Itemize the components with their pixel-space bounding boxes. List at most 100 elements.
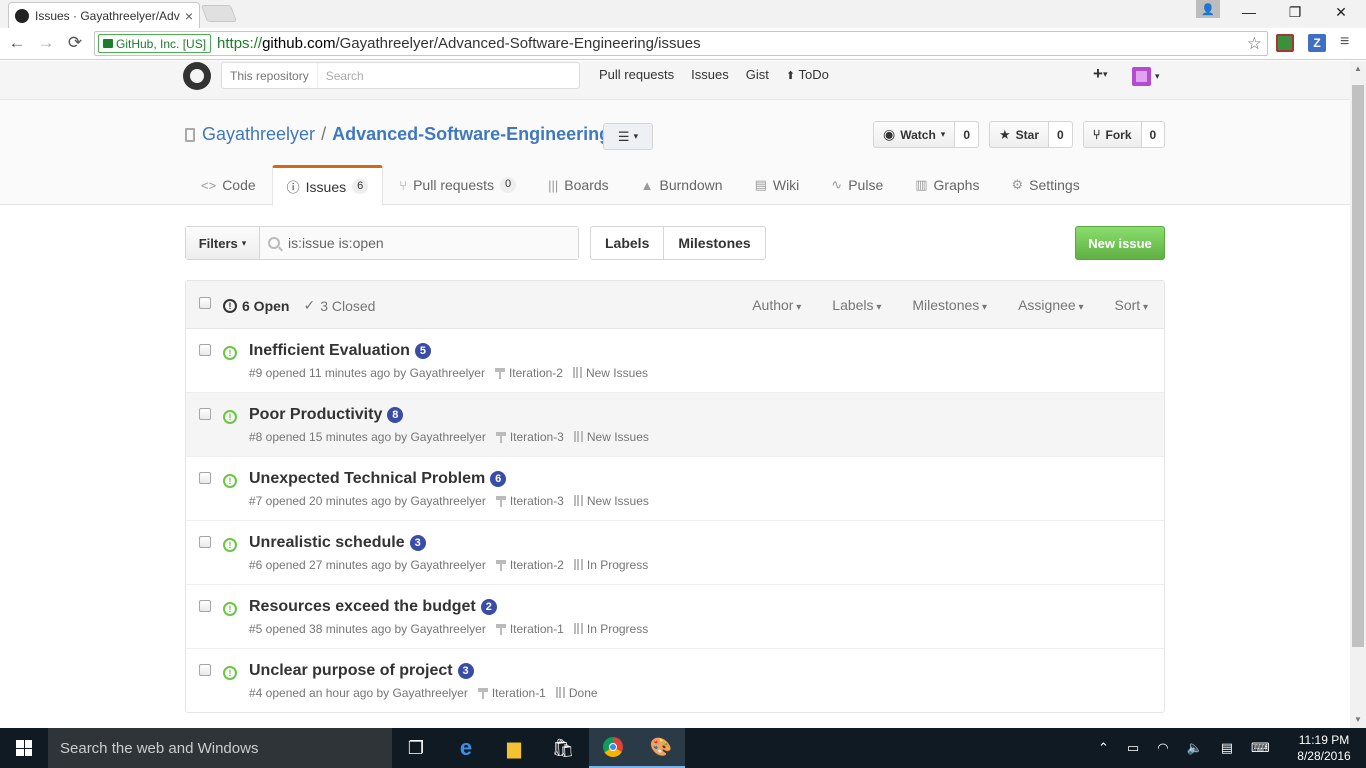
view-menu-button[interactable]: ☰ ▾ [603, 123, 653, 150]
new-issue-button[interactable]: New issue [1075, 226, 1165, 260]
repo-owner-link[interactable]: Gayathreelyer [202, 124, 315, 145]
chrome-menu-icon[interactable]: ≡ [1340, 33, 1349, 51]
issue-checkbox[interactable] [199, 344, 211, 356]
chrome-icon[interactable] [589, 728, 637, 768]
milestones-link[interactable]: Milestones [663, 227, 764, 259]
star-button[interactable]: ★ Star [989, 121, 1049, 148]
issue-title-link[interactable]: Poor Productivity [249, 406, 382, 424]
issue-title-link[interactable]: Unclear purpose of project [249, 662, 453, 680]
fork-button[interactable]: ⑂ Fork [1082, 121, 1142, 148]
milestone-link[interactable]: Iteration-1 [477, 686, 546, 700]
project-link[interactable]: In Progress [573, 622, 648, 636]
tab-pull-requests[interactable]: ⑂ Pull requests 0 [383, 165, 532, 205]
wifi-icon[interactable]: ◠ [1157, 740, 1168, 756]
bookmark-star-icon[interactable]: ☆ [1247, 34, 1262, 54]
author-filter[interactable]: Author [752, 297, 801, 313]
battery-icon[interactable]: ▭ [1127, 740, 1139, 756]
milestone-link[interactable]: Iteration-2 [495, 558, 564, 572]
minimize-button[interactable]: — [1226, 0, 1272, 24]
issue-title-link[interactable]: Unexpected Technical Problem [249, 470, 485, 488]
paint-icon[interactable]: 🎨 [637, 728, 685, 768]
project-link[interactable]: New Issues [573, 430, 649, 444]
volume-icon[interactable]: 🔈 [1187, 740, 1203, 756]
chevron-up-icon[interactable]: ⌃ [1098, 740, 1109, 756]
project-link[interactable]: New Issues [572, 366, 648, 380]
create-new-menu[interactable]: +▾ [1093, 64, 1107, 84]
task-view-icon[interactable]: ❐ [392, 728, 440, 768]
close-window-button[interactable]: ✕ [1318, 0, 1364, 24]
fork-count[interactable]: 0 [1141, 121, 1166, 148]
tab-graphs[interactable]: ▥ Graphs [899, 165, 995, 205]
browser-user-icon[interactable]: 👤 [1196, 0, 1220, 18]
extension-z-icon[interactable]: Z [1308, 34, 1326, 52]
closed-issues-link[interactable]: ✓ 3 Closed [303, 297, 375, 314]
issue-title-link[interactable]: Inefficient Evaluation [249, 342, 410, 360]
repo-name-link[interactable]: Advanced-Software-Engineering [332, 124, 610, 145]
file-explorer-icon[interactable]: ▆ [490, 728, 538, 768]
sort-filter[interactable]: Sort [1115, 297, 1149, 313]
issue-title-link[interactable]: Unrealistic schedule [249, 534, 405, 552]
milestones-filter[interactable]: Milestones [912, 297, 987, 313]
keyboard-icon[interactable]: ⌨ [1251, 740, 1270, 756]
tab-burndown[interactable]: ▲ Burndown [625, 165, 739, 205]
back-icon[interactable]: ← [6, 32, 28, 54]
scrollbar-thumb[interactable] [1352, 85, 1364, 647]
issue-checkbox[interactable] [199, 536, 211, 548]
milestone-link[interactable]: Iteration-2 [494, 366, 563, 380]
pulse-icon: ∿ [831, 177, 843, 192]
extension-shield-icon[interactable] [1276, 34, 1294, 52]
user-avatar-menu[interactable]: ▾ [1132, 67, 1160, 86]
milestone-link[interactable]: Iteration-3 [495, 494, 564, 508]
project-link[interactable]: New Issues [573, 494, 649, 508]
restore-button[interactable]: ❐ [1272, 0, 1318, 24]
watch-count[interactable]: 0 [955, 121, 979, 148]
edge-browser-icon[interactable]: e [442, 728, 490, 768]
search-input[interactable]: Search [318, 69, 364, 83]
filters-button[interactable]: Filters ▾ [186, 227, 260, 259]
watch-button[interactable]: ◉ Watch ▾ [873, 121, 956, 148]
issue-checkbox[interactable] [199, 664, 211, 676]
milestone-link[interactable]: Iteration-3 [495, 430, 564, 444]
browser-tab[interactable]: Issues · Gayathreelyer/Adv × [8, 2, 200, 28]
assignee-filter[interactable]: Assignee [1018, 297, 1083, 313]
tab-issues[interactable]: ⓘ Issues 6 [271, 165, 384, 206]
issue-checkbox[interactable] [199, 600, 211, 612]
page-scrollbar[interactable]: ▲ ▼ [1350, 61, 1366, 728]
select-all-checkbox[interactable] [199, 297, 211, 309]
tab-close-icon[interactable]: × [185, 8, 193, 24]
start-button[interactable] [0, 728, 48, 768]
header-nav-todo[interactable]: ⬆ ToDo [786, 67, 829, 82]
labels-link[interactable]: Labels [591, 227, 663, 259]
header-nav-pull-requests[interactable]: Pull requests [599, 67, 674, 82]
star-count[interactable]: 0 [1049, 121, 1073, 148]
reload-icon[interactable]: ⟳ [64, 32, 86, 54]
open-issues-link[interactable]: ! 6 Open [223, 297, 289, 314]
issue-checkbox[interactable] [199, 408, 211, 420]
issues-search-input[interactable]: is:issue is:open [260, 227, 578, 259]
header-nav-issues[interactable]: Issues [691, 67, 729, 82]
header-nav-gist[interactable]: Gist [746, 67, 769, 82]
store-icon[interactable]: 🛍 [539, 728, 587, 768]
site-search[interactable]: This repository Search [221, 62, 580, 89]
tab-settings[interactable]: ⚙ Settings [995, 165, 1095, 205]
github-logo-icon[interactable] [183, 62, 211, 90]
issue-checkbox[interactable] [199, 472, 211, 484]
project-link[interactable]: Done [555, 686, 598, 700]
ev-certificate-badge[interactable]: GitHub, Inc. [US] [98, 34, 212, 53]
project-link[interactable]: In Progress [573, 558, 648, 572]
scroll-up-icon[interactable]: ▲ [1350, 61, 1366, 77]
labels-filter[interactable]: Labels [832, 297, 881, 313]
new-tab-button[interactable] [200, 5, 238, 22]
address-bar[interactable]: GitHub, Inc. [US] https://github.com/Gay… [94, 31, 1268, 56]
tab-code[interactable]: <> Code [185, 165, 272, 205]
taskbar-clock[interactable]: 11:19 PM 8/28/2016 [1294, 732, 1354, 764]
taskbar-search[interactable]: Search the web and Windows [48, 728, 392, 768]
issue-title-link[interactable]: Resources exceed the budget [249, 598, 476, 616]
scroll-down-icon[interactable]: ▼ [1350, 712, 1366, 728]
notifications-icon[interactable]: ▤ [1221, 740, 1233, 756]
tab-pulse[interactable]: ∿ Pulse [815, 165, 899, 205]
forward-icon[interactable]: → [35, 32, 57, 54]
tab-wiki[interactable]: ▤ Wiki [739, 165, 816, 205]
milestone-link[interactable]: Iteration-1 [495, 622, 564, 636]
tab-boards[interactable]: ||| Boards [532, 165, 625, 205]
